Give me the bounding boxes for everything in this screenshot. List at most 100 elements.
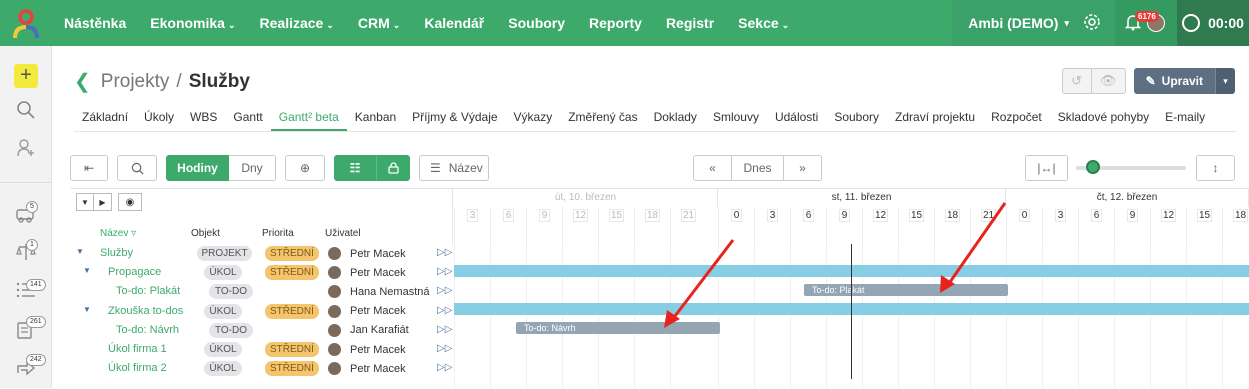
timeline-hour: 9 xyxy=(826,207,862,243)
fast-forward-icon[interactable]: ▷▷ xyxy=(437,362,452,373)
add-circle-button[interactable]: ⊕ xyxy=(285,155,325,181)
timeline-hour: 15 xyxy=(598,207,634,243)
account-switcher[interactable]: Ambi (DEMO) ▾ xyxy=(952,0,1115,46)
prev-button[interactable]: « xyxy=(693,155,732,181)
column-header-object[interactable]: Objekt xyxy=(191,228,220,239)
nav-item[interactable]: Reporty xyxy=(577,15,654,31)
nav-item[interactable]: Realizace ⌄ xyxy=(248,15,346,31)
project-tabs: Základní Úkoly WBS Gantt Gantt² beta Kanban Př… xyxy=(74,104,1236,132)
hours-toggle[interactable]: Hodiny xyxy=(166,155,229,181)
nav-item[interactable]: Registr xyxy=(654,15,726,31)
nav-item[interactable]: Soubory xyxy=(496,15,577,31)
nav-item[interactable]: Nástěnka xyxy=(52,15,138,31)
tab[interactable]: Příjmy & Výdaje xyxy=(404,104,505,131)
column-header-user[interactable]: Uživatel xyxy=(325,228,361,239)
expand-toggle-icon[interactable]: ▼ xyxy=(76,247,84,256)
fast-forward-icon[interactable]: ▷▷ xyxy=(437,285,452,296)
user-name: Petr Macek xyxy=(350,305,406,318)
tab[interactable]: WBS xyxy=(182,104,225,131)
table-row[interactable]: ▼ Propagace ÚKOL STŘEDNÍ Petr Macek ▷▷ xyxy=(70,263,453,282)
notifications-button[interactable]: 6176 xyxy=(1115,0,1177,46)
tab[interactable]: Základní xyxy=(74,104,136,131)
eye-icon[interactable]: 👁 xyxy=(1091,68,1126,94)
nav-item[interactable]: CRM ⌄ xyxy=(346,15,412,31)
row-name[interactable]: To-do: Plakát xyxy=(116,285,180,297)
tree-view-button[interactable]: ☷ xyxy=(334,155,376,181)
tab[interactable]: Smlouvy xyxy=(705,104,767,131)
add-icon[interactable]: + xyxy=(14,64,38,88)
table-row[interactable]: Úkol firma 1 ÚKOL STŘEDNÍ Petr Macek ▷▷ xyxy=(70,340,453,359)
breadcrumb-projects[interactable]: Projekty xyxy=(101,71,170,93)
collapse-left-button[interactable]: ⇤ xyxy=(70,155,108,181)
today-button[interactable]: Dnes xyxy=(732,155,784,181)
gantt-todo-bar[interactable]: To-do: Návrh xyxy=(516,322,720,334)
nav-item[interactable]: Sekce ⌄ xyxy=(726,15,801,31)
fast-forward-icon[interactable]: ▷▷ xyxy=(437,266,452,277)
expand-right-button[interactable]: ▶ xyxy=(94,193,112,211)
tab[interactable]: Skladové pohyby xyxy=(1050,104,1157,131)
row-user: Petr Macek xyxy=(328,362,406,376)
column-header-name[interactable]: Název ▿ xyxy=(100,228,136,239)
gantt-todo-bar[interactable]: To-do: Plakát xyxy=(804,284,1008,296)
search-icon[interactable] xyxy=(14,100,38,124)
nav-item[interactable]: Kalendář xyxy=(412,15,496,31)
nav-item-label: Realizace xyxy=(259,15,324,31)
row-name[interactable]: Služby xyxy=(100,247,133,259)
row-name[interactable]: Úkol firma 2 xyxy=(108,362,167,374)
table-row[interactable]: ▼ Služby PROJEKT STŘEDNÍ Petr Macek ▷▷ xyxy=(70,244,453,263)
edit-dropdown-button[interactable]: ▾ xyxy=(1215,68,1235,94)
add-user-icon[interactable] xyxy=(14,138,38,162)
tab[interactable]: Kanban xyxy=(347,104,404,131)
avatar xyxy=(328,247,341,260)
search-button[interactable] xyxy=(117,155,157,181)
tab[interactable]: E-maily xyxy=(1157,104,1213,131)
column-header-priority[interactable]: Priorita xyxy=(262,228,294,239)
fast-forward-icon[interactable]: ▷▷ xyxy=(437,324,452,335)
tab[interactable]: Gantt xyxy=(225,104,270,131)
tab[interactable]: Události xyxy=(767,104,826,131)
fast-forward-icon[interactable]: ▷▷ xyxy=(437,247,452,258)
nav-item[interactable]: Ekonomika ⌄ xyxy=(138,15,247,31)
fast-forward-icon[interactable]: ▷▷ xyxy=(437,343,452,354)
tab[interactable]: Rozpočet xyxy=(983,104,1050,131)
table-row[interactable]: Úkol firma 2 ÚKOL STŘEDNÍ Petr Macek ▷▷ xyxy=(70,359,453,378)
table-row[interactable]: ▼ Zkouška to-dos ÚKOL STŘEDNÍ Petr Macek ▷▷ xyxy=(70,302,453,321)
timeline-hour: 15 xyxy=(1186,207,1222,243)
zoom-slider-handle[interactable] xyxy=(1086,160,1100,174)
table-row[interactable]: To-do: Plakát TO-DO Hana Nemastná ▷▷ xyxy=(70,282,453,301)
tab[interactable]: Výkazy xyxy=(506,104,561,131)
fast-forward-icon[interactable]: ▷▷ xyxy=(437,305,452,316)
sort-name-button[interactable]: ☰ Název xyxy=(419,155,489,181)
timer-button[interactable]: 00:00 xyxy=(1177,0,1249,46)
account-name: Ambi (DEMO) xyxy=(968,15,1059,31)
tab[interactable]: Změřený čas xyxy=(560,104,645,131)
timeline-hour: 0 xyxy=(1006,207,1042,243)
row-name[interactable]: To-do: Návrh xyxy=(116,324,179,336)
avatar xyxy=(328,323,341,337)
tab[interactable]: Zdraví projektu xyxy=(887,104,983,131)
tab[interactable]: Gantt² beta xyxy=(270,104,347,131)
edit-button[interactable]: ✎ Upravit xyxy=(1133,68,1215,94)
sidebar-count: 5 xyxy=(26,201,38,213)
table-row[interactable]: To-do: Návrh TO-DO Jan Karafiát ▷▷ xyxy=(70,321,453,340)
back-arrow-icon[interactable]: ❮ xyxy=(74,69,91,94)
history-icon[interactable]: ↺ xyxy=(1061,68,1092,94)
eye-icon[interactable]: ◉ xyxy=(118,193,142,211)
row-name[interactable]: Úkol firma 1 xyxy=(108,343,167,355)
tab[interactable]: Úkoly xyxy=(136,104,182,131)
expand-toggle-icon[interactable]: ▼ xyxy=(83,305,91,314)
fit-width-button[interactable]: |↔| xyxy=(1025,155,1068,181)
row-name[interactable]: Propagace xyxy=(108,266,161,278)
tab[interactable]: Doklady xyxy=(646,104,705,131)
tab[interactable]: Soubory xyxy=(826,104,887,131)
days-toggle[interactable]: Dny xyxy=(229,155,276,181)
nav-item-label: Kalendář xyxy=(424,15,485,31)
expand-down-button[interactable]: ▼ xyxy=(76,193,94,211)
next-button[interactable]: » xyxy=(784,155,822,181)
expand-toggle-icon[interactable]: ▼ xyxy=(83,266,91,275)
lock-button[interactable] xyxy=(376,155,410,181)
app-logo[interactable] xyxy=(0,0,52,46)
gear-icon[interactable] xyxy=(1083,13,1101,34)
row-name[interactable]: Zkouška to-dos xyxy=(108,305,183,317)
row-height-button[interactable]: ↕ xyxy=(1196,155,1235,181)
